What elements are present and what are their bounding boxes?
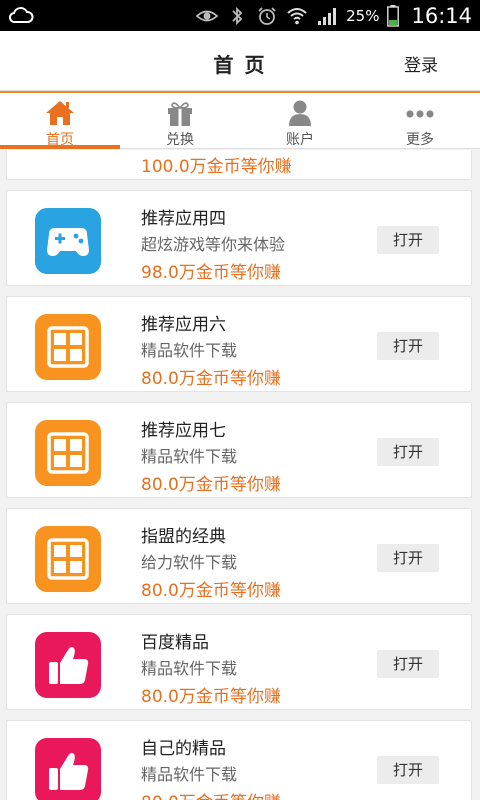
app-description: 精品软件下载 (141, 341, 238, 360)
app-name: 指盟的经典 (141, 527, 226, 547)
app-list-item[interactable]: 百度精品精品软件下载 80.0万金币等你赚 打开 (6, 614, 472, 710)
open-button[interactable]: 打开 (377, 226, 439, 254)
grid-icon (35, 314, 101, 380)
app-reward: 98.0万金币等你赚 (141, 263, 281, 283)
app-description: 精品软件下载 (141, 659, 238, 678)
app-list-item[interactable]: 推荐应用四超炫游戏等你来体验 98.0万金币等你赚 打开 (6, 190, 472, 286)
app-list-item[interactable]: 自己的精品精品软件下载 80.0万金币等你赚 打开 (6, 720, 472, 800)
grid-icon (35, 420, 101, 486)
open-button[interactable]: 打开 (377, 650, 439, 678)
tab-more[interactable]: 更多 (360, 93, 480, 148)
open-button[interactable]: 打开 (377, 756, 439, 784)
user-icon (289, 100, 311, 126)
app-list-item[interactable]: 指盟的经典给力软件下载 80.0万金币等你赚 打开 (6, 508, 472, 604)
app-reward: 80.0万金币等你赚 (141, 369, 281, 389)
tab-account[interactable]: 账户 (240, 93, 360, 148)
open-button[interactable]: 打开 (377, 544, 439, 572)
app-reward: 80.0万金币等你赚 (141, 788, 281, 800)
tab-account-label: 账户 (286, 132, 314, 148)
home-icon (46, 101, 74, 125)
app-list-item[interactable]: 推荐应用七精品软件下载 80.0万金币等你赚 打开 (6, 402, 472, 498)
tab-more-label: 更多 (406, 132, 434, 148)
app-list-item[interactable]: 推荐应用六精品软件下载 80.0万金币等你赚 打开 (6, 296, 472, 392)
open-button[interactable]: 打开 (377, 438, 439, 466)
app-name: 推荐应用四 (141, 209, 226, 229)
tab-exchange-label: 兑换 (166, 132, 194, 148)
title-bar: 首 页 登录 (0, 31, 480, 91)
app-list-item[interactable]: 100.0万金币等你赚 (6, 150, 472, 180)
tab-home[interactable]: 首页 (0, 93, 120, 149)
app-reward: 80.0万金币等你赚 (141, 475, 281, 495)
grid-icon (35, 526, 101, 592)
more-icon (406, 110, 434, 118)
app-name: 推荐应用七 (141, 421, 226, 441)
alarm-icon (258, 6, 276, 25)
app-reward: 80.0万金币等你赚 (141, 581, 281, 601)
bluetooth-icon (232, 6, 243, 25)
app-description: 精品软件下载 (141, 447, 238, 466)
tab-exchange[interactable]: 兑换 (120, 93, 240, 148)
app-description: 超炫游戏等你来体验 (141, 235, 286, 254)
app-name: 百度精品 (141, 633, 209, 653)
login-button[interactable]: 登录 (404, 51, 438, 76)
cloud-icon (8, 7, 34, 23)
gamepad-icon (35, 208, 101, 274)
app-description: 精品软件下载 (141, 765, 238, 784)
app-reward: 80.0万金币等你赚 (141, 687, 281, 707)
signal-icon (318, 7, 337, 25)
gift-icon (168, 102, 192, 126)
battery-icon (387, 4, 400, 27)
clock: 16:14 (411, 3, 472, 28)
thumbs-up-icon (35, 738, 101, 800)
tab-bar: 首页 兑换 账户 更多 (0, 91, 480, 149)
wifi-icon (287, 7, 307, 24)
app-list[interactable]: 100.0万金币等你赚 推荐应用四 超炫游戏等你来体验 98.0万金币等你赚 打开 推荐应… (0, 150, 480, 800)
status-bar: 25% 16:14 (0, 0, 480, 31)
app-name: 推荐应用六 (141, 315, 226, 335)
app-description: 给力软件下载 (141, 553, 238, 572)
thumbs-up-icon (35, 632, 101, 698)
tab-home-label: 首页 (46, 132, 74, 148)
eye-icon (196, 10, 219, 21)
open-button[interactable]: 打开 (377, 332, 439, 360)
app-name: 自己的精品 (141, 739, 226, 759)
app-reward: 100.0万金币等你赚 (141, 157, 292, 177)
battery-percent: 25% (346, 6, 380, 25)
